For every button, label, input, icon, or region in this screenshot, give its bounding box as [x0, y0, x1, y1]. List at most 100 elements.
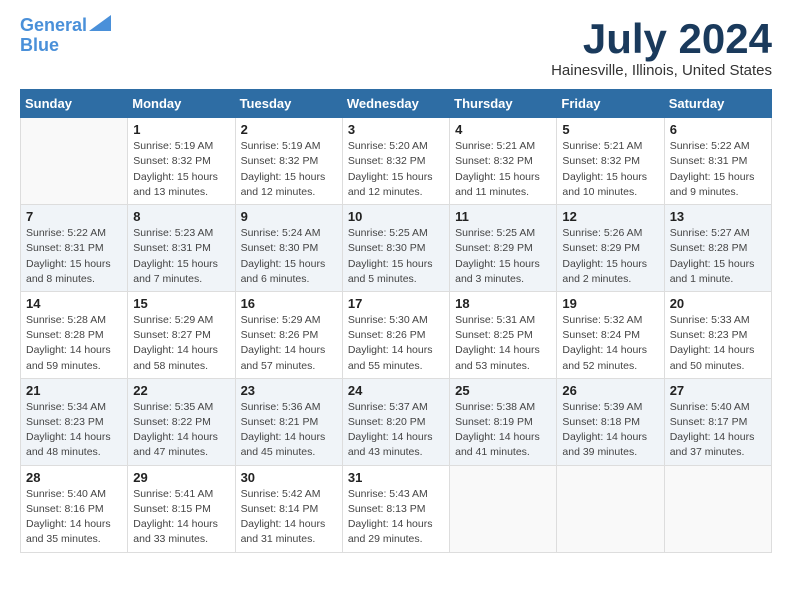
weekday-header-friday: Friday	[557, 90, 664, 118]
calendar-cell: 2 Sunrise: 5:19 AM Sunset: 8:32 PM Daylig…	[235, 118, 342, 205]
weekday-header-thursday: Thursday	[450, 90, 557, 118]
day-info: Sunrise: 5:25 AM Sunset: 8:29 PM Dayligh…	[455, 226, 551, 287]
day-info: Sunrise: 5:22 AM Sunset: 8:31 PM Dayligh…	[26, 226, 122, 287]
calendar-cell: 22 Sunrise: 5:35 AM Sunset: 8:22 PM Dayli…	[128, 378, 235, 465]
calendar-cell	[664, 465, 771, 552]
calendar-cell: 23Sunrise: 5:36 AM Sunset: 8:21 PM Dayli…	[235, 378, 342, 465]
calendar-cell: 19 Sunrise: 5:32 AM Sunset: 8:24 PM Dayli…	[557, 291, 664, 378]
day-info: Sunrise: 5:32 AM Sunset: 8:24 PM Dayligh…	[562, 313, 658, 374]
day-info: Sunrise: 5:23 AM Sunset: 8:31 PM Dayligh…	[133, 226, 229, 287]
logo-text: General	[20, 16, 87, 36]
logo-general: General	[20, 15, 87, 35]
day-info: Sunrise: 5:22 AM Sunset: 8:31 PM Dayligh…	[670, 139, 766, 200]
day-info: Sunrise: 5:27 AM Sunset: 8:28 PM Dayligh…	[670, 226, 766, 287]
day-number: 5	[562, 122, 658, 137]
day-number: 21	[26, 383, 122, 398]
calendar-cell: 1 Sunrise: 5:19 AM Sunset: 8:32 PM Daylig…	[128, 118, 235, 205]
day-number: 18	[455, 296, 551, 311]
calendar-cell: 10Sunrise: 5:25 AM Sunset: 8:30 PM Dayli…	[342, 205, 449, 292]
day-info: Sunrise: 5:40 AM Sunset: 8:16 PM Dayligh…	[26, 487, 122, 548]
logo-blue: Blue	[20, 36, 59, 56]
day-number: 26	[562, 383, 658, 398]
day-info: Sunrise: 5:19 AM Sunset: 8:32 PM Dayligh…	[241, 139, 337, 200]
calendar-cell: 3Sunrise: 5:20 AM Sunset: 8:32 PM Daylig…	[342, 118, 449, 205]
day-number: 28	[26, 470, 122, 485]
calendar-cell: 30 Sunrise: 5:42 AM Sunset: 8:14 PM Dayli…	[235, 465, 342, 552]
day-info: Sunrise: 5:29 AM Sunset: 8:27 PM Dayligh…	[133, 313, 229, 374]
day-number: 31	[348, 470, 444, 485]
day-info: Sunrise: 5:41 AM Sunset: 8:15 PM Dayligh…	[133, 487, 229, 548]
calendar-table: SundayMondayTuesdayWednesdayThursdayFrid…	[20, 89, 772, 552]
calendar-week-row: 14 Sunrise: 5:28 AM Sunset: 8:28 PM Dayli…	[21, 291, 772, 378]
calendar-cell: 31 Sunrise: 5:43 AM Sunset: 8:13 PM Dayli…	[342, 465, 449, 552]
day-number: 15	[133, 296, 229, 311]
day-number: 8	[133, 209, 229, 224]
day-info: Sunrise: 5:28 AM Sunset: 8:28 PM Dayligh…	[26, 313, 122, 374]
day-number: 14	[26, 296, 122, 311]
day-number: 24	[348, 383, 444, 398]
logo-icon	[89, 15, 111, 31]
weekday-header-wednesday: Wednesday	[342, 90, 449, 118]
calendar-cell: 14 Sunrise: 5:28 AM Sunset: 8:28 PM Dayli…	[21, 291, 128, 378]
calendar-cell: 28 Sunrise: 5:40 AM Sunset: 8:16 PM Dayli…	[21, 465, 128, 552]
day-info: Sunrise: 5:21 AM Sunset: 8:32 PM Dayligh…	[562, 139, 658, 200]
day-info: Sunrise: 5:30 AM Sunset: 8:26 PM Dayligh…	[348, 313, 444, 374]
day-info: Sunrise: 5:42 AM Sunset: 8:14 PM Dayligh…	[241, 487, 337, 548]
day-info: Sunrise: 5:35 AM Sunset: 8:22 PM Dayligh…	[133, 400, 229, 461]
day-number: 7	[26, 209, 122, 224]
day-number: 17	[348, 296, 444, 311]
day-number: 12	[562, 209, 658, 224]
calendar-week-row: 7 Sunrise: 5:22 AM Sunset: 8:31 PM Daylig…	[21, 205, 772, 292]
calendar-week-row: 28 Sunrise: 5:40 AM Sunset: 8:16 PM Dayli…	[21, 465, 772, 552]
day-info: Sunrise: 5:19 AM Sunset: 8:32 PM Dayligh…	[133, 139, 229, 200]
day-info: Sunrise: 5:25 AM Sunset: 8:30 PM Dayligh…	[348, 226, 444, 287]
logo: General Blue	[20, 16, 111, 56]
day-info: Sunrise: 5:40 AM Sunset: 8:17 PM Dayligh…	[670, 400, 766, 461]
calendar-cell: 7 Sunrise: 5:22 AM Sunset: 8:31 PM Daylig…	[21, 205, 128, 292]
calendar-cell: 27Sunrise: 5:40 AM Sunset: 8:17 PM Dayli…	[664, 378, 771, 465]
calendar-cell: 26 Sunrise: 5:39 AM Sunset: 8:18 PM Dayli…	[557, 378, 664, 465]
day-info: Sunrise: 5:26 AM Sunset: 8:29 PM Dayligh…	[562, 226, 658, 287]
day-info: Sunrise: 5:21 AM Sunset: 8:32 PM Dayligh…	[455, 139, 551, 200]
day-number: 4	[455, 122, 551, 137]
weekday-header-tuesday: Tuesday	[235, 90, 342, 118]
calendar-week-row: 1 Sunrise: 5:19 AM Sunset: 8:32 PM Daylig…	[21, 118, 772, 205]
day-number: 19	[562, 296, 658, 311]
calendar-cell: 17 Sunrise: 5:30 AM Sunset: 8:26 PM Dayli…	[342, 291, 449, 378]
calendar-cell: 6 Sunrise: 5:22 AM Sunset: 8:31 PM Daylig…	[664, 118, 771, 205]
day-number: 1	[133, 122, 229, 137]
calendar-cell: 15 Sunrise: 5:29 AM Sunset: 8:27 PM Dayli…	[128, 291, 235, 378]
day-number: 30	[241, 470, 337, 485]
calendar-cell: 4 Sunrise: 5:21 AM Sunset: 8:32 PM Daylig…	[450, 118, 557, 205]
weekday-header-sunday: Sunday	[21, 90, 128, 118]
day-info: Sunrise: 5:33 AM Sunset: 8:23 PM Dayligh…	[670, 313, 766, 374]
day-info: Sunrise: 5:34 AM Sunset: 8:23 PM Dayligh…	[26, 400, 122, 461]
calendar-week-row: 21 Sunrise: 5:34 AM Sunset: 8:23 PM Dayli…	[21, 378, 772, 465]
day-number: 20	[670, 296, 766, 311]
day-info: Sunrise: 5:43 AM Sunset: 8:13 PM Dayligh…	[348, 487, 444, 548]
location-text: Hainesville, Illinois, United States	[551, 62, 772, 79]
calendar-cell: 9Sunrise: 5:24 AM Sunset: 8:30 PM Daylig…	[235, 205, 342, 292]
day-info: Sunrise: 5:39 AM Sunset: 8:18 PM Dayligh…	[562, 400, 658, 461]
calendar-cell: 18Sunrise: 5:31 AM Sunset: 8:25 PM Dayli…	[450, 291, 557, 378]
calendar-cell: 21 Sunrise: 5:34 AM Sunset: 8:23 PM Dayli…	[21, 378, 128, 465]
weekday-header-row: SundayMondayTuesdayWednesdayThursdayFrid…	[21, 90, 772, 118]
day-number: 29	[133, 470, 229, 485]
month-title: July 2024	[551, 16, 772, 62]
calendar-cell: 13 Sunrise: 5:27 AM Sunset: 8:28 PM Dayli…	[664, 205, 771, 292]
weekday-header-saturday: Saturday	[664, 90, 771, 118]
day-number: 11	[455, 209, 551, 224]
day-number: 25	[455, 383, 551, 398]
day-info: Sunrise: 5:29 AM Sunset: 8:26 PM Dayligh…	[241, 313, 337, 374]
day-number: 2	[241, 122, 337, 137]
calendar-cell: 12 Sunrise: 5:26 AM Sunset: 8:29 PM Dayli…	[557, 205, 664, 292]
day-number: 3	[348, 122, 444, 137]
day-number: 16	[241, 296, 337, 311]
calendar-cell: 11 Sunrise: 5:25 AM Sunset: 8:29 PM Dayli…	[450, 205, 557, 292]
day-number: 6	[670, 122, 766, 137]
title-area: July 2024 Hainesville, Illinois, United …	[551, 16, 772, 79]
day-number: 13	[670, 209, 766, 224]
day-number: 22	[133, 383, 229, 398]
page-header: General Blue July 2024 Hainesville, Illi…	[20, 16, 772, 79]
calendar-cell: 25Sunrise: 5:38 AM Sunset: 8:19 PM Dayli…	[450, 378, 557, 465]
